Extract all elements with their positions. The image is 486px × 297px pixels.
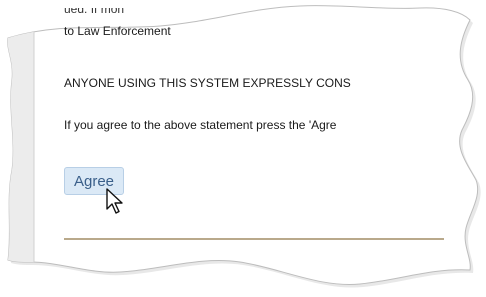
torn-screenshot: ued. If mon to Law Enforcement ANYONE US…	[0, 0, 486, 297]
section-divider	[64, 238, 444, 240]
mouse-pointer-icon	[106, 188, 123, 214]
law-enforcement-line: to Law Enforcement	[64, 24, 171, 38]
agree-instruction: If you agree to the above statement pres…	[64, 118, 337, 132]
partial-notice-text: ued. If mon	[64, 8, 125, 16]
partial-notice-line: ued. If mon	[64, 8, 244, 20]
notice-content: ued. If mon to Law Enforcement ANYONE US…	[0, 0, 486, 297]
consent-statement: ANYONE USING THIS SYSTEM EXPRESSLY CONS	[64, 76, 351, 90]
